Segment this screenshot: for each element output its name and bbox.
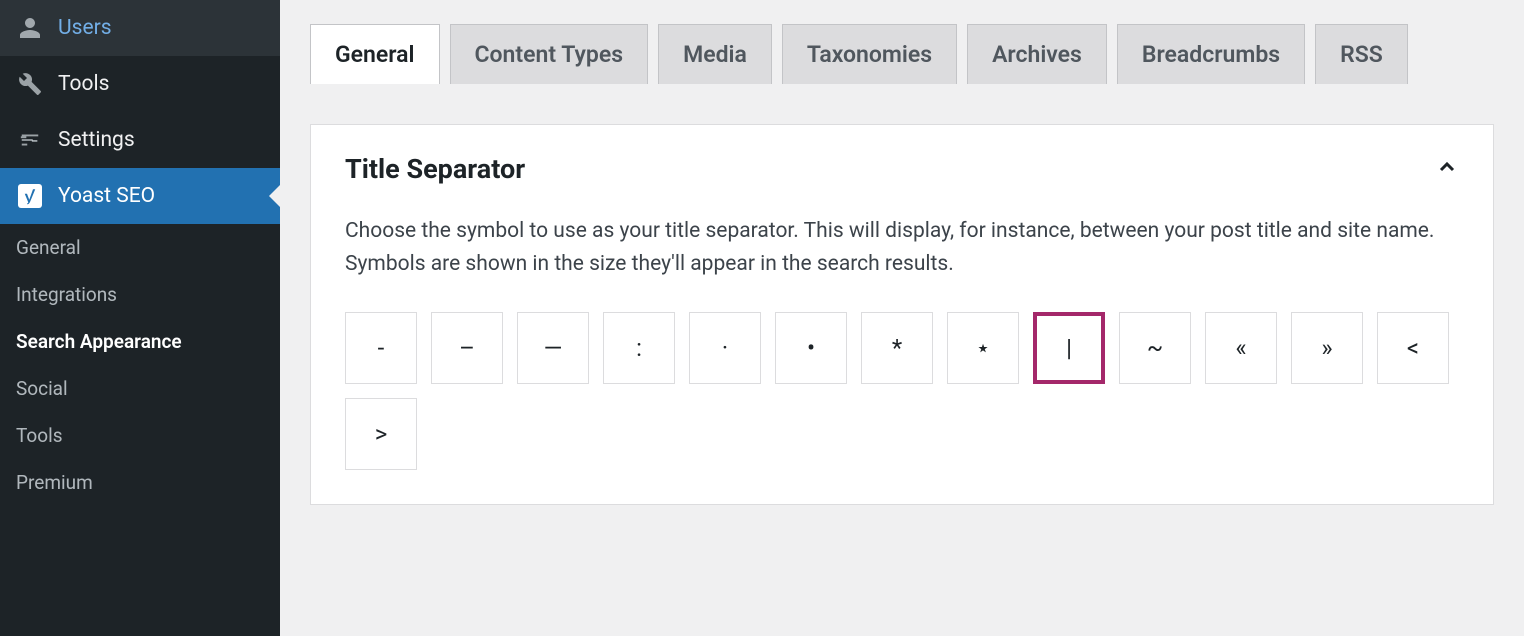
panel-title: Title Separator <box>345 153 525 185</box>
admin-sidebar: Users Tools Settings Yoast SEO General I… <box>0 0 280 636</box>
sidebar-item-label: Users <box>58 16 112 40</box>
wrench-icon <box>16 70 44 98</box>
separator-lt[interactable]: < <box>1377 312 1449 384</box>
yoast-icon <box>16 182 44 210</box>
sidebar-item-tools[interactable]: Tools <box>0 56 280 112</box>
separator-laquo[interactable]: « <box>1205 312 1277 384</box>
sidebar-item-settings[interactable]: Settings <box>0 112 280 168</box>
sidebar-item-label: Tools <box>58 72 109 96</box>
separator-bullet[interactable]: • <box>775 312 847 384</box>
separator-raquo[interactable]: » <box>1291 312 1363 384</box>
tab-content-types[interactable]: Content Types <box>450 24 649 84</box>
sidebar-item-label: Settings <box>58 128 135 152</box>
settings-tabs: General Content Types Media Taxonomies A… <box>310 24 1494 84</box>
sidebar-subitem-integrations[interactable]: Integrations <box>0 271 280 318</box>
tab-rss[interactable]: RSS <box>1315 24 1408 84</box>
sidebar-subitem-social[interactable]: Social <box>0 365 280 412</box>
tab-archives[interactable]: Archives <box>967 24 1107 84</box>
separator-options: - – — : · • * ⋆ | ~ « » < > <box>345 312 1459 470</box>
separator-star[interactable]: ⋆ <box>947 312 1019 384</box>
sidebar-subitem-premium[interactable]: Premium <box>0 459 280 506</box>
tab-taxonomies[interactable]: Taxonomies <box>782 24 957 84</box>
tab-media[interactable]: Media <box>658 24 772 84</box>
separator-ndash[interactable]: – <box>431 312 503 384</box>
title-separator-panel: Title Separator Choose the symbol to use… <box>310 124 1494 505</box>
panel-toggle[interactable]: Title Separator <box>345 153 1459 185</box>
sidebar-item-users[interactable]: Users <box>0 0 280 56</box>
main-content: General Content Types Media Taxonomies A… <box>280 0 1524 636</box>
sidebar-item-label: Yoast SEO <box>58 184 155 208</box>
separator-asterisk[interactable]: * <box>861 312 933 384</box>
sidebar-item-yoast-seo[interactable]: Yoast SEO <box>0 168 280 224</box>
sidebar-subitem-tools[interactable]: Tools <box>0 412 280 459</box>
tab-breadcrumbs[interactable]: Breadcrumbs <box>1117 24 1305 84</box>
tab-general[interactable]: General <box>310 24 440 84</box>
users-icon <box>16 14 44 42</box>
sidebar-subitem-general[interactable]: General <box>0 224 280 271</box>
separator-pipe[interactable]: | <box>1033 312 1105 384</box>
separator-mdash[interactable]: — <box>517 312 589 384</box>
settings-icon <box>16 126 44 154</box>
chevron-up-icon <box>1435 155 1459 183</box>
separator-tilde[interactable]: ~ <box>1119 312 1191 384</box>
separator-dash[interactable]: - <box>345 312 417 384</box>
separator-colon[interactable]: : <box>603 312 675 384</box>
panel-description: Choose the symbol to use as your title s… <box>345 215 1459 280</box>
sidebar-subitem-search-appearance[interactable]: Search Appearance <box>0 318 280 365</box>
separator-middot[interactable]: · <box>689 312 761 384</box>
separator-gt[interactable]: > <box>345 398 417 470</box>
